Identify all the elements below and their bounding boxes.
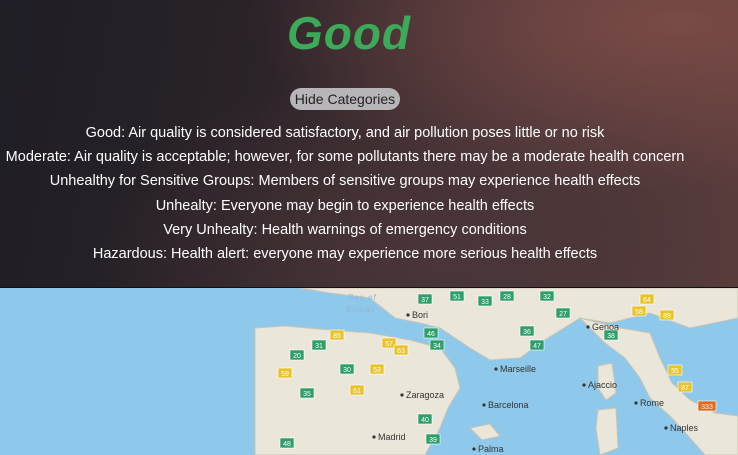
- map-canvas[interactable]: Bay of Biscay BoriMarseilleGenoaZaragoza…: [0, 288, 738, 455]
- city-label: Madrid: [378, 432, 406, 442]
- city-label: Barcelona: [488, 400, 529, 410]
- city-label: Marseille: [500, 364, 536, 374]
- aqi-header-panel: Good Hide Categories Good: Air quality i…: [0, 0, 738, 288]
- aqi-marker-value: 39: [429, 437, 437, 444]
- category-moderate: Moderate: Air quality is acceptable; how…: [5, 149, 685, 166]
- aqi-marker[interactable]: 34: [429, 339, 445, 351]
- aqi-marker[interactable]: 40: [417, 413, 433, 425]
- aqi-marker-value: 35: [303, 391, 311, 398]
- aqi-marker-value: 87: [681, 385, 689, 392]
- aqi-marker[interactable]: 51: [449, 290, 465, 302]
- aqi-marker[interactable]: 27: [555, 307, 571, 319]
- aqi-marker-value: 32: [543, 294, 551, 301]
- aqi-marker[interactable]: 89: [659, 309, 675, 321]
- aqi-marker-value: 20: [293, 353, 301, 360]
- aqi-marker-value: 55: [671, 368, 679, 375]
- aqi-marker[interactable]: 33: [477, 295, 493, 307]
- city-dot: [400, 393, 404, 397]
- aqi-marker[interactable]: 46: [423, 327, 439, 339]
- aqi-marker[interactable]: 36: [519, 325, 535, 337]
- city-label: Rome: [640, 398, 664, 408]
- city-dot: [472, 447, 476, 451]
- aqi-marker-value: 64: [643, 297, 651, 304]
- aqi-marker[interactable]: 48: [279, 437, 295, 449]
- city-dot: [634, 401, 638, 405]
- aqi-marker-value: 63: [397, 348, 405, 355]
- aqi-marker[interactable]: 35: [299, 387, 315, 399]
- aqi-status-label: Good: [286, 7, 412, 59]
- sea-label-2: Biscay: [346, 305, 376, 314]
- aqi-marker[interactable]: 31: [311, 339, 327, 351]
- city-dot: [372, 435, 376, 439]
- aqi-marker-value: 61: [353, 388, 361, 395]
- category-good: Good: Air quality is considered satisfac…: [85, 125, 605, 141]
- category-very-unhealthy: Very Unhealty: Health warnings of emerge…: [163, 221, 527, 238]
- hide-categories-button[interactable]: Hide Categories: [290, 88, 400, 110]
- sea-label-1: Bay of: [348, 293, 377, 302]
- city-label: Palma: [478, 444, 504, 454]
- aqi-marker-value: 47: [533, 343, 541, 350]
- city-dot: [582, 383, 586, 387]
- aqi-marker-value: 30: [343, 367, 351, 374]
- aqi-marker-value: 33: [481, 299, 489, 306]
- aqi-marker-value: 51: [453, 294, 461, 301]
- aqi-marker-value: 58: [635, 309, 643, 316]
- aqi-marker-value: 57: [385, 341, 393, 348]
- aqi-marker-value: 37: [421, 297, 429, 304]
- category-hazardous: Hazardous: Health alert: everyone may ex…: [92, 246, 598, 263]
- category-unhealthy: Unhealty: Everyone may begin to experien…: [155, 197, 535, 214]
- aqi-marker-value: 36: [523, 329, 531, 336]
- aqi-marker[interactable]: 87: [677, 381, 693, 393]
- aqi-marker[interactable]: 20: [289, 349, 305, 361]
- aqi-marker-value: 333: [701, 404, 713, 411]
- category-sensitive: Unhealthy for Sensitive Groups: Members …: [49, 173, 641, 190]
- sardinia-land: [595, 407, 619, 455]
- aqi-marker-value: 34: [433, 343, 441, 350]
- aqi-marker[interactable]: 64: [639, 293, 655, 305]
- aqi-marker[interactable]: 32: [539, 290, 555, 302]
- city-dot: [406, 313, 410, 317]
- aqi-marker-value: 27: [559, 311, 567, 318]
- city-dot: [586, 325, 590, 329]
- aqi-marker-value: 38: [607, 333, 615, 340]
- aqi-marker[interactable]: 30: [339, 363, 355, 375]
- city-dot: [494, 367, 498, 371]
- aqi-marker[interactable]: 61: [349, 384, 365, 396]
- city-dot: [482, 403, 486, 407]
- aqi-marker[interactable]: 333: [697, 400, 717, 412]
- aqi-marker-value: 46: [427, 331, 435, 338]
- aqi-marker[interactable]: 37: [417, 293, 433, 305]
- aqi-marker-value: 40: [421, 417, 429, 424]
- air-quality-map[interactable]: Bay of Biscay Bori Marseille Genoa Zaragoza…: [0, 288, 738, 455]
- aqi-marker[interactable]: 38: [603, 329, 619, 341]
- aqi-marker-value: 59: [281, 371, 289, 378]
- aqi-marker-value: 85: [333, 333, 341, 340]
- city-label: Naples: [670, 423, 699, 433]
- aqi-marker-value: 53: [373, 367, 381, 374]
- aqi-marker-value: 89: [663, 313, 671, 320]
- aqi-marker[interactable]: 39: [425, 433, 441, 445]
- city-label: Bori: [412, 310, 428, 320]
- aqi-marker[interactable]: 28: [499, 290, 515, 302]
- aqi-marker-value: 28: [503, 294, 511, 301]
- city-label: Zaragoza: [406, 390, 444, 400]
- city-dot: [664, 426, 668, 430]
- aqi-marker[interactable]: 63: [393, 344, 409, 356]
- aqi-marker[interactable]: 53: [369, 363, 385, 375]
- aqi-marker[interactable]: 85: [329, 329, 345, 341]
- aqi-marker[interactable]: 47: [529, 339, 545, 351]
- aqi-marker-value: 48: [283, 441, 291, 448]
- city-label: Ajaccio: [588, 380, 617, 390]
- aqi-marker[interactable]: 59: [277, 367, 293, 379]
- aqi-marker[interactable]: 58: [631, 305, 647, 317]
- category-list: Good: Air quality is considered satisfac…: [0, 121, 690, 266]
- aqi-marker[interactable]: 55: [667, 364, 683, 376]
- aqi-marker-value: 31: [315, 343, 323, 350]
